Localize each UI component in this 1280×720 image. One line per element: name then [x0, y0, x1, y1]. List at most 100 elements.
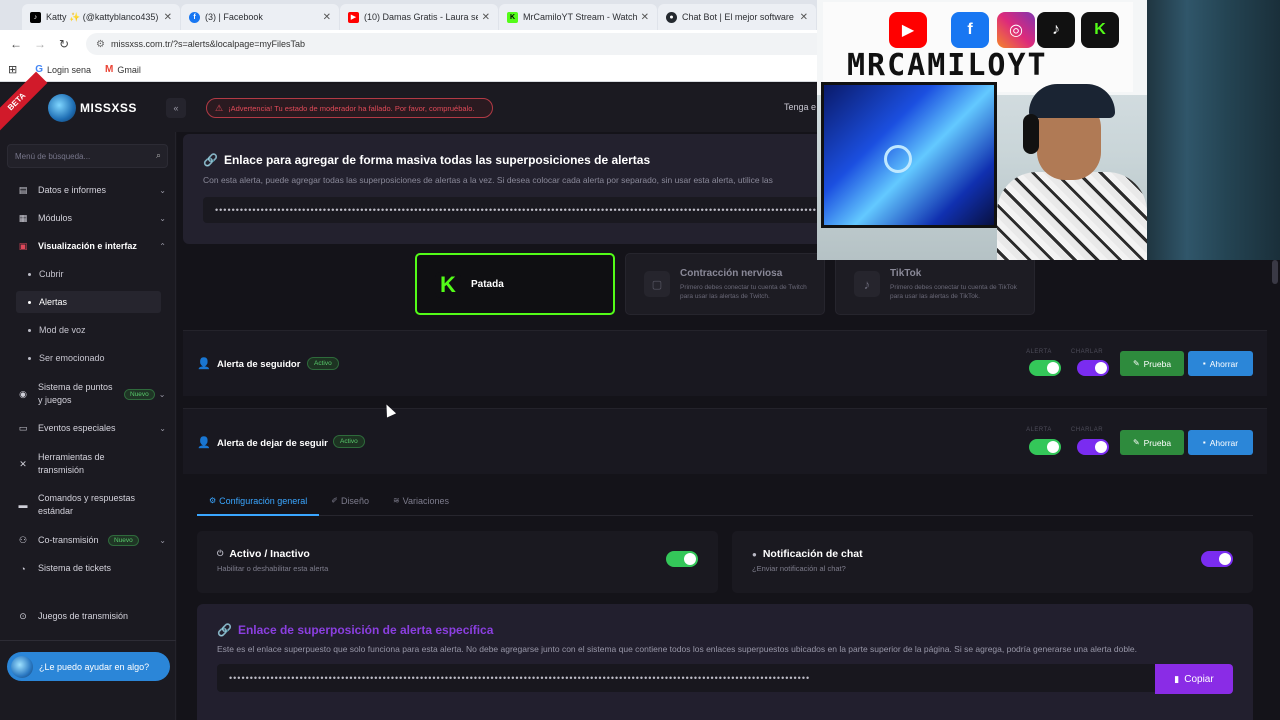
close-icon[interactable]: ✕	[641, 12, 649, 23]
sidebar-item-label: Juegos de transmisión	[38, 611, 129, 621]
sidebar-item-datos[interactable]: ▤ Datos e informes ⌄	[16, 184, 166, 197]
chat-notification-toggle[interactable]	[1201, 551, 1233, 567]
platform-kick-card[interactable]: K Patada	[415, 253, 615, 315]
sidebar-item-juegos[interactable]: ⊙ Juegos de transmisión	[16, 610, 166, 623]
sidebar-item-modulos[interactable]: ▦ Módulos ⌄	[16, 212, 166, 225]
setting-title: ⏻ Activo / Inactivo	[217, 548, 310, 560]
sidebar-item-cotransmision[interactable]: ⚇ Co-transmisión Nuevo ⌄	[16, 534, 166, 547]
tab-label: Diseño	[340, 496, 369, 506]
sidebar-item-label: Visualización e interfaz	[38, 241, 137, 251]
sidebar-item-eventos[interactable]: ▭ Eventos especiales ⌄	[16, 422, 166, 435]
alert-row-unfollow[interactable]: 👤 Alerta de dejar de seguir Activo ALERT…	[183, 408, 1267, 474]
tools-icon: ✕	[19, 458, 27, 469]
url-field[interactable]: ⚙ missxss.com.tr/?s=alerts&localpage=myF…	[86, 33, 866, 55]
copy-button[interactable]: ▮ Copiar	[1155, 664, 1233, 694]
sidebar-collapse-button[interactable]: «	[166, 98, 186, 118]
active-toggle[interactable]	[666, 551, 698, 567]
specific-title-text: Enlace de superposición de alerta especí…	[237, 623, 494, 637]
chevron-down-icon: ⌄	[159, 186, 166, 195]
floppy-icon: ▪	[1202, 359, 1206, 368]
chevron-up-icon: ⌃	[159, 242, 166, 251]
chat-toggle[interactable]	[1077, 360, 1109, 376]
back-icon[interactable]: ←	[4, 37, 28, 51]
chevron-down-icon: ⌄	[159, 424, 166, 433]
scrollbar[interactable]	[1272, 260, 1278, 284]
platform-tiktok-card[interactable]: ♪ TikTok Primero debes conectar tu cuent…	[835, 253, 1035, 315]
chart-icon: ▤	[18, 185, 28, 195]
youtube-icon: ▶	[889, 12, 927, 48]
bookmark-gmail[interactable]: M Gmail	[105, 64, 141, 75]
sidebar-item-puntos[interactable]: ◉ Sistema de puntos y juegos Nuevo ⌄	[16, 381, 166, 407]
tiktok-icon: ♪	[854, 271, 880, 297]
streamer	[989, 84, 1147, 260]
close-icon[interactable]: ✕	[164, 12, 172, 23]
alert-toggle-label: ALERTA	[1026, 349, 1052, 355]
tab-variations[interactable]: ≋ Variaciones	[381, 492, 461, 516]
app-logo[interactable]: MISSXSS	[48, 94, 137, 122]
site-info-icon[interactable]: ⚙	[96, 39, 105, 50]
help-chat-button[interactable]: ¿Le puedo ayudar en algo?	[7, 652, 170, 681]
alert-title: Alerta de seguidor	[217, 359, 301, 370]
alert-toggle[interactable]	[1029, 439, 1061, 455]
tab-general[interactable]: ⚙ Configuración general	[197, 492, 320, 516]
sidebar-subitem-alertas[interactable]: Alertas	[16, 291, 161, 313]
sidebar-item-label: Sistema de puntos y juegos	[38, 382, 113, 405]
save-button[interactable]: ▪ Ahorrar	[1188, 351, 1253, 376]
menu-search-input[interactable]: Menú de búsqueda... ⌕	[7, 144, 168, 168]
sidebar-divider	[0, 640, 176, 641]
chevron-down-icon: ⌄	[158, 389, 166, 399]
moderator-warning-banner[interactable]: ⚠ ¡Advertencia! Tu estado de moderador h…	[206, 98, 493, 118]
chevron-down-icon: ⌄	[159, 536, 166, 545]
logo-text: MISSXSS	[80, 101, 137, 115]
browser-tab-tiktok[interactable]: ♪ Katty ✨ (@kattyblanco435) | T ✕	[22, 4, 180, 30]
sidebar-item-tickets[interactable]: ◔ Sistema de tickets	[16, 562, 166, 575]
alert-toggle[interactable]	[1029, 360, 1061, 376]
sidebar-item-herramientas[interactable]: ✕ Herramientas de transmisión	[16, 451, 166, 477]
specific-overlay-card: 🔗 Enlace de superposición de alerta espe…	[197, 604, 1253, 720]
browser-tab-facebook[interactable]: f (3) | Facebook ✕	[181, 4, 339, 30]
platform-twitch-card[interactable]: ▢ Contracción nerviosa Primero debes con…	[625, 253, 825, 315]
setting-title: ● Notificación de chat	[752, 548, 863, 560]
sidebar-subitem-emocionado[interactable]: Ser emocionado	[28, 347, 162, 369]
test-button[interactable]: ✎ Prueba	[1120, 351, 1184, 376]
save-button[interactable]: ▪ Ahorrar	[1188, 430, 1253, 455]
toggle-knob	[1095, 441, 1107, 453]
twitch-icon: ▢	[644, 271, 670, 297]
toggle-knob	[1095, 362, 1107, 374]
sidebar-subitem-mod-voz[interactable]: Mod de voz	[28, 319, 162, 341]
sidebar-item-visualizacion[interactable]: ▣ Visualización e interfaz ⌃	[16, 240, 166, 253]
apps-icon[interactable]: ⊞	[8, 63, 17, 76]
bookmark-label: Gmail	[117, 64, 141, 75]
browser-tab-github[interactable]: ● Chat Bot | El mejor software par ✕	[658, 4, 816, 30]
kick-icon: K	[435, 272, 461, 298]
close-icon[interactable]: ✕	[482, 12, 490, 23]
close-icon[interactable]: ✕	[800, 12, 808, 23]
specific-title: 🔗 Enlace de superposición de alerta espe…	[217, 623, 493, 637]
status-badge: Activo	[307, 357, 339, 370]
kick-icon: K	[507, 11, 518, 23]
chat-toggle[interactable]	[1077, 439, 1109, 455]
sidebar-subitem-cubrir[interactable]: Cubrir	[28, 263, 162, 285]
reload-icon[interactable]: ↻	[52, 37, 76, 51]
alert-row-follower[interactable]: 👤 Alerta de seguidor Activo ALERTA CHARL…	[183, 330, 1267, 396]
specific-link-field[interactable]: ••••••••••••••••••••••••••••••••••••••••…	[217, 664, 1155, 692]
tab-label: Chat Bot | El mejor software par	[682, 12, 796, 22]
alert-title: Alerta de dejar de seguir	[217, 438, 328, 449]
forward-icon[interactable]: →	[28, 37, 52, 51]
close-icon[interactable]: ✕	[323, 12, 331, 23]
chevron-down-icon: ⌄	[159, 214, 166, 223]
setting-subtitle: Habilitar o deshabilitar esta alerta	[217, 564, 329, 573]
browser-tab-youtube[interactable]: ▶ (10) Damas Gratis - Laura se to ✕	[340, 4, 498, 30]
subitem-label: Mod de voz	[39, 325, 86, 335]
alert-toggle-label: ALERTA	[1026, 427, 1052, 433]
bullet-icon	[28, 356, 31, 360]
sidebar-item-comandos[interactable]: ▬ Comandos y respuestas estándar	[16, 492, 166, 518]
browser-tab-kick[interactable]: K MrCamiloYT Stream - Watch Li ✕	[499, 4, 657, 30]
tab-design[interactable]: ✐ Diseño	[319, 492, 381, 516]
sidebar-item-label: Sistema de tickets	[38, 563, 112, 573]
tab-label: MrCamiloYT Stream - Watch Li	[523, 12, 637, 22]
test-button[interactable]: ✎ Prueba	[1120, 430, 1184, 455]
floppy-icon: ▪	[1202, 438, 1206, 447]
bookmark-login-sena[interactable]: G Login sena	[35, 64, 91, 75]
setting-chat-card: ● Notificación de chat ¿Enviar notificac…	[732, 531, 1253, 593]
